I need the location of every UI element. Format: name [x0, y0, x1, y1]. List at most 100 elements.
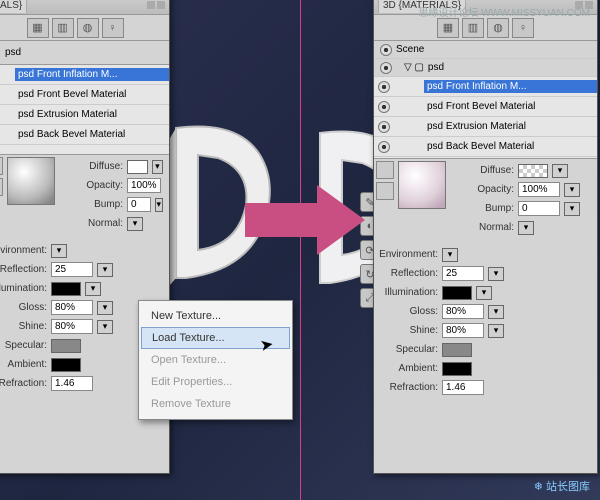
minimize-icon[interactable] [147, 1, 155, 9]
refraction-input[interactable]: 1.46 [442, 380, 484, 395]
bump-input[interactable]: 0 [518, 201, 560, 216]
shine-label: Shine: [374, 325, 438, 336]
opacity-input[interactable]: 100% [518, 182, 560, 197]
preview-thumb-icon[interactable] [376, 182, 394, 200]
layer-row[interactable]: psd Back Bevel Material [374, 137, 597, 157]
bump-label: Bump: [450, 203, 514, 214]
opacity-label: Opacity: [59, 180, 123, 191]
gloss-label: Gloss: [0, 302, 47, 313]
material-preview: Diffuse:▾ Opacity:100%▾ Bump:0▾ Normal:▾ [0, 157, 163, 233]
layer-label: psd Extrusion Material [15, 108, 169, 121]
texture-menu-icon[interactable]: ▾ [488, 267, 504, 281]
layer-row[interactable]: psd Extrusion Material [0, 105, 169, 125]
ambient-swatch[interactable] [442, 362, 472, 376]
layer-row[interactable]: psd Front Inflation M... [0, 65, 169, 85]
environment-label: Environment: [0, 245, 47, 256]
texture-menu-icon[interactable]: ▾ [155, 198, 163, 212]
panel-tab[interactable]: RIALS} [0, 0, 27, 13]
texture-menu-icon[interactable]: ▾ [85, 282, 101, 296]
texture-menu-icon[interactable]: ▾ [564, 202, 580, 216]
filter-scene-icon[interactable]: ▦ [437, 18, 459, 38]
refraction-input[interactable]: 1.46 [51, 376, 93, 391]
opacity-input[interactable]: 100% [127, 178, 161, 193]
texture-menu-icon[interactable]: ▾ [97, 320, 113, 334]
diffuse-label: Diffuse: [450, 165, 514, 176]
filter-scene-icon[interactable]: ▦ [27, 18, 49, 38]
visibility-icon[interactable] [380, 62, 392, 74]
material-sphere-preview[interactable] [7, 157, 55, 205]
illumination-label: Illumination: [374, 287, 438, 298]
reflection-input[interactable]: 25 [442, 266, 484, 281]
arrow-icon [245, 185, 365, 255]
texture-menu-icon[interactable]: ▾ [518, 221, 534, 235]
specular-label: Specular: [374, 344, 438, 355]
filter-mesh-icon[interactable]: ▥ [52, 18, 74, 38]
specular-label: Specular: [0, 340, 47, 351]
bump-input[interactable]: 0 [127, 197, 151, 212]
visibility-icon[interactable] [378, 81, 390, 93]
texture-menu-icon[interactable]: ▾ [552, 164, 568, 178]
ambient-label: Ambient: [374, 363, 438, 374]
reflection-input[interactable]: 25 [51, 262, 93, 277]
material-sphere-preview[interactable] [398, 161, 446, 209]
scene-row[interactable]: Scene [374, 41, 597, 59]
panel-titlebar[interactable]: RIALS} [0, 0, 169, 15]
texture-menu-icon[interactable]: ▾ [488, 324, 504, 338]
specular-swatch[interactable] [442, 343, 472, 357]
gloss-input[interactable]: 80% [442, 304, 484, 319]
texture-context-menu: New Texture... Load Texture... Open Text… [138, 300, 293, 420]
panel-controls [147, 1, 165, 9]
layer-label: psd Extrusion Material [424, 120, 597, 133]
texture-menu-icon[interactable]: ▾ [97, 263, 113, 277]
shine-input[interactable]: 80% [51, 319, 93, 334]
visibility-icon[interactable] [378, 101, 390, 113]
ambient-swatch[interactable] [51, 358, 81, 372]
filter-light-icon[interactable]: ♀ [102, 18, 124, 38]
panel-toolbar: ▦ ▥ ◍ ♀ [0, 15, 169, 41]
watermark-top: 思缘设计论坛 WWW.MISSYUAN.COM [418, 4, 590, 19]
specular-swatch[interactable] [51, 339, 81, 353]
texture-menu-icon[interactable]: ▾ [51, 244, 67, 258]
texture-menu-icon[interactable]: ▾ [476, 286, 492, 300]
visibility-icon[interactable] [378, 141, 390, 153]
menu-edit-properties[interactable]: Edit Properties... [139, 371, 292, 393]
preview-thumb-icon[interactable] [0, 178, 3, 196]
psd-group-label[interactable]: psd [5, 47, 21, 58]
layer-row[interactable]: psd Back Bevel Material [0, 125, 169, 145]
menu-new-texture[interactable]: New Texture... [139, 305, 292, 327]
illumination-swatch[interactable] [442, 286, 472, 300]
illumination-swatch[interactable] [51, 282, 81, 296]
normal-label: Normal: [450, 222, 514, 233]
texture-menu-icon[interactable]: ▾ [488, 305, 504, 319]
texture-menu-icon[interactable]: ▾ [564, 183, 580, 197]
diffuse-swatch[interactable] [127, 160, 148, 174]
material-layer-list: psd Front Inflation M... psd Front Bevel… [374, 77, 597, 159]
layer-row[interactable]: psd Front Bevel Material [374, 97, 597, 117]
layer-row[interactable]: psd Front Bevel Material [0, 85, 169, 105]
menu-remove-texture[interactable]: Remove Texture [139, 393, 292, 415]
layer-row[interactable]: psd Extrusion Material [374, 117, 597, 137]
texture-menu-icon[interactable]: ▾ [127, 217, 143, 231]
preview-thumb-icon[interactable] [0, 157, 3, 175]
texture-menu-icon[interactable]: ▾ [442, 248, 458, 262]
psd-row[interactable]: ▽ ▢psd [374, 59, 597, 77]
visibility-icon[interactable] [380, 44, 392, 56]
shine-label: Shine: [0, 321, 47, 332]
texture-menu-icon[interactable]: ▾ [97, 301, 113, 315]
layer-label: psd Front Inflation M... [424, 80, 597, 93]
preview-thumb-icon[interactable] [376, 161, 394, 179]
reflection-label: Reflection: [374, 268, 438, 279]
filter-material-icon[interactable]: ◍ [487, 18, 509, 38]
layer-label: psd Front Inflation M... [15, 68, 169, 81]
texture-menu-icon[interactable]: ▾ [152, 160, 163, 174]
filter-mesh-icon[interactable]: ▥ [462, 18, 484, 38]
filter-material-icon[interactable]: ◍ [77, 18, 99, 38]
layer-row[interactable]: psd Front Inflation M... [374, 77, 597, 97]
menu-icon[interactable] [157, 1, 165, 9]
visibility-icon[interactable] [378, 121, 390, 133]
material-properties: Environment:▾ Reflection:25▾ Illuminatio… [374, 241, 597, 473]
filter-light-icon[interactable]: ♀ [512, 18, 534, 38]
gloss-input[interactable]: 80% [51, 300, 93, 315]
shine-input[interactable]: 80% [442, 323, 484, 338]
diffuse-swatch[interactable] [518, 164, 548, 178]
